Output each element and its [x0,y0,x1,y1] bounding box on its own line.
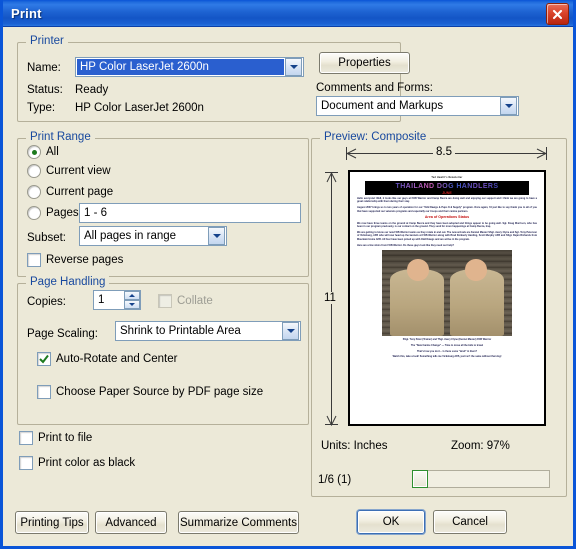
subset-value: All pages in range [84,230,177,242]
preview-doc-photo-caption-2: The "New Canine Change" — Time to move a… [410,344,484,348]
chevron-down-icon[interactable] [282,322,299,340]
printer-name-value: HP Color LaserJet 2600n [77,59,284,75]
copies-spinner-buttons[interactable] [124,291,140,309]
radio-pages[interactable]: Pages [27,206,79,220]
ok-button[interactable]: OK [357,510,425,534]
radio-all[interactable]: All [27,145,59,159]
comments-and-forms-combo[interactable]: Document and Markups [316,96,519,116]
radio-all-label: All [46,146,59,158]
page-indicator: 1/6 (1) [318,474,352,486]
properties-button[interactable]: Properties [319,52,410,74]
print-color-as-black-checkbox[interactable]: Print color as black [19,456,135,470]
chevron-down-icon[interactable] [208,227,225,245]
printer-status-value: Ready [75,84,109,96]
preview-doc-photo-caption-3: That's how you do it... Is there some "d… [416,349,478,353]
radio-current-view-indicator [27,164,41,178]
preview-scrollbar-thumb[interactable] [412,470,428,488]
reverse-pages-check-indicator [27,253,41,267]
preview-doc-photo [382,249,512,336]
pages-input[interactable]: 1 - 6 [79,203,301,223]
close-icon[interactable] [546,3,569,25]
paper-source-label: Choose Paper Source by PDF page size [56,386,264,398]
paper-source-check-indicator [37,385,51,399]
width-arrow-right-icon [536,148,547,159]
width-dimension-label: 8.5 [433,146,455,158]
preview-scrollbar[interactable] [412,470,550,488]
preview-doc-paragraph-4: We are getting to know our new FOB Warri… [357,231,537,241]
collate-label: Collate [177,295,213,307]
print-color-as-black-check-indicator [19,456,33,470]
subset-combo[interactable]: All pages in range [79,226,227,246]
height-dimension-label: 11 [321,292,339,304]
printer-type-value: HP Color LaserJet 2600n [75,102,204,114]
radio-current-view[interactable]: Current view [27,164,111,178]
page-scaling-value: Shrink to Printable Area [120,325,241,337]
printer-group-legend: Printer [26,35,68,47]
radio-all-indicator [27,145,41,159]
height-arrow-down-icon [326,415,337,426]
preview-doc-paragraph-2: August 2007 brings us to two years of op… [357,206,537,213]
radio-pages-label: Pages [46,207,79,219]
chevron-down-icon[interactable] [285,58,302,76]
zoom-label: Zoom: 97% [451,440,510,452]
print-color-as-black-label: Print color as black [38,457,136,469]
preview-doc-closing-line: Here are a few shots from FOB Warrior. D… [357,243,455,247]
width-arrow-left-icon [346,148,357,159]
page-scaling-combo[interactable]: Shrink to Printable Area [115,321,301,341]
auto-rotate-check-indicator [37,352,51,366]
cancel-button[interactable]: Cancel [433,510,507,534]
page-preview[interactable]: Ted Hewitt's Newsletter THAILAND DOG HAN… [348,170,546,426]
preview-doc-photo-caption-4: Watch this, take a look! Something tells… [392,355,502,359]
radio-current-page-label: Current page [46,186,114,198]
print-to-file-check-indicator [19,431,33,445]
printing-tips-button[interactable]: Printing Tips [15,511,89,534]
copies-stepper[interactable]: 1 [93,290,141,310]
preview-doc-paragraph-3: We now have three teams on the ground at… [357,221,537,229]
preview-doc-banner-subtitle: JUNE [442,190,452,195]
radio-current-view-label: Current view [46,165,111,177]
page-handling-legend: Page Handling [26,276,110,288]
comments-and-forms-label: Comments and Forms: [316,82,433,94]
reverse-pages-checkbox[interactable]: Reverse pages [27,253,123,267]
height-arrow-up-icon [326,172,337,183]
printer-name-combo[interactable]: HP Color LaserJet 2600n [75,57,304,77]
printer-name-label: Name: [27,62,61,74]
summarize-comments-button[interactable]: Summarize Comments [178,511,299,534]
units-label: Units: Inches [321,440,388,452]
subset-label: Subset: [27,232,66,244]
auto-rotate-checkbox[interactable]: Auto-Rotate and Center [37,352,177,366]
print-to-file-checkbox[interactable]: Print to file [19,431,92,445]
printer-type-label: Type: [27,102,56,114]
comments-and-forms-value: Document and Markups [321,100,444,112]
copies-value: 1 [98,294,105,306]
print-range-legend: Print Range [26,131,95,143]
print-dialog: Print Printer Name: HP Color LaserJet 26… [0,0,576,549]
spinner-up-icon[interactable] [124,291,140,300]
reverse-pages-label: Reverse pages [46,254,124,266]
radio-pages-indicator [27,206,41,220]
spinner-down-icon[interactable] [124,300,140,309]
preview-doc-banner-title: THAILAND DOG HANDLERS [365,182,529,191]
page-scaling-label: Page Scaling: [27,328,98,340]
chevron-down-icon[interactable] [500,97,517,115]
print-to-file-label: Print to file [38,432,93,444]
preview-doc-paragraph-1: Hello everyone! Well, it looks like our … [357,197,537,204]
collate-checkbox: Collate [158,294,213,308]
preview-doc-section-heading: Area of Operations Status [424,215,470,220]
window-title: Print [11,5,42,21]
auto-rotate-label: Auto-Rotate and Center [56,353,178,365]
advanced-button[interactable]: Advanced [95,511,167,534]
collate-check-indicator [158,294,172,308]
copies-label: Copies: [27,296,66,308]
paper-source-checkbox[interactable]: Choose Paper Source by PDF page size [37,385,263,399]
preview-legend: Preview: Composite [320,131,431,143]
preview-doc-kicker: Ted Hewitt's Newsletter [431,176,463,179]
printer-status-label: Status: [27,84,63,96]
radio-current-page[interactable]: Current page [27,185,113,199]
radio-current-page-indicator [27,185,41,199]
preview-doc-photo-caption-1: SSgt. Tony Peter (Trainer) and TSgt. Ave… [402,338,492,342]
preview-doc-banner: THAILAND DOG HANDLERS JUNE [365,180,529,195]
title-bar: Print [3,0,573,27]
